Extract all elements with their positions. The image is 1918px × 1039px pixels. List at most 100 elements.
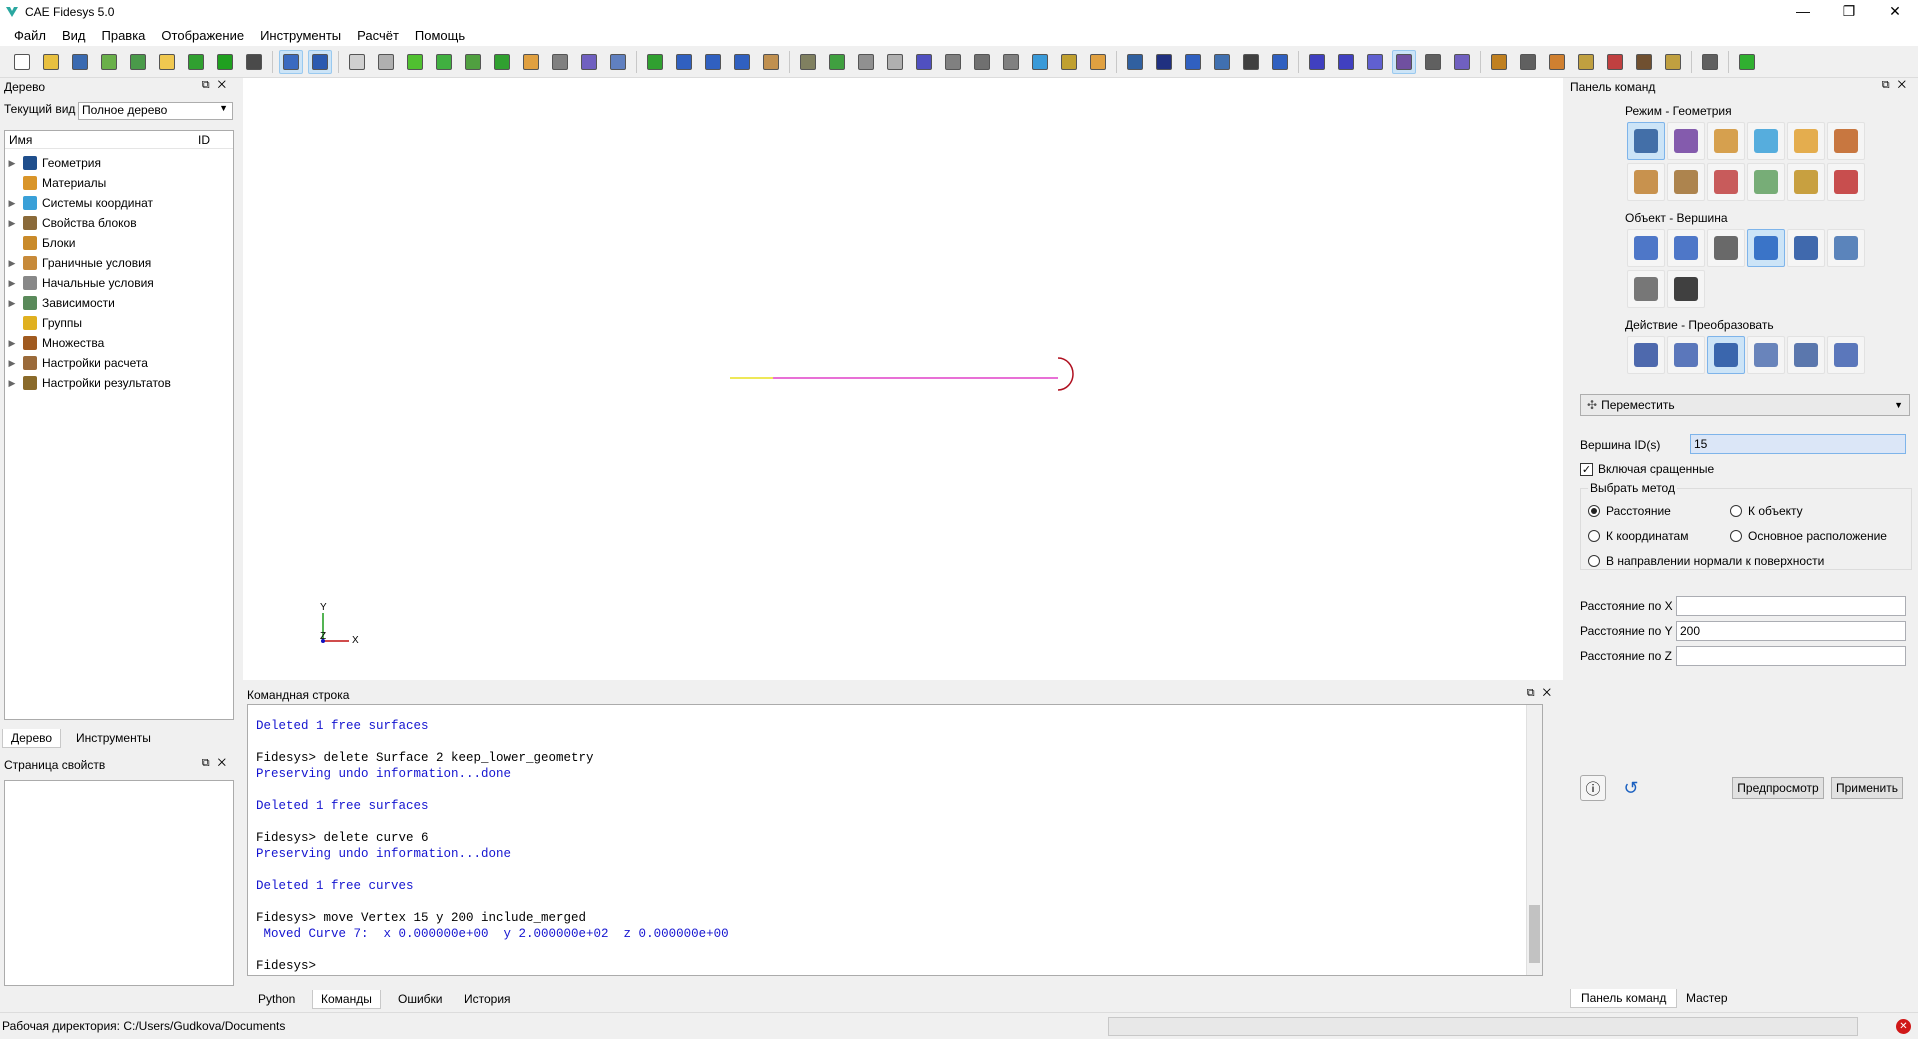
toolbar-tool-icon[interactable]	[1487, 50, 1511, 74]
mesh-mode-icon[interactable]	[1667, 122, 1705, 160]
toolbar-tool-icon[interactable]	[1661, 50, 1685, 74]
toolbar-tool-icon[interactable]	[403, 50, 427, 74]
toolbar-tool-icon[interactable]	[345, 50, 369, 74]
toolbar-tool-icon[interactable]	[279, 49, 303, 74]
toolbar-tool-icon[interactable]	[1421, 50, 1445, 74]
tree-item[interactable]: ▶ Зависимости	[5, 293, 233, 313]
tree-item[interactable]: Блоки	[5, 233, 233, 253]
curve-object-icon[interactable]	[1707, 229, 1745, 267]
expand-arrow-icon[interactable]: ▶	[5, 298, 19, 309]
toolbar-tool-icon[interactable]	[1057, 50, 1081, 74]
toolbar-tool-icon[interactable]	[941, 50, 965, 74]
method-base-location-radio[interactable]: Основное расположение	[1730, 529, 1887, 543]
tree-item[interactable]: ▶ Множества	[5, 333, 233, 353]
toolbar-tool-icon[interactable]	[1632, 50, 1656, 74]
column-name[interactable]: Имя	[9, 133, 32, 147]
dependency-mode-icon[interactable]	[1707, 163, 1745, 201]
group-object-icon[interactable]	[1787, 229, 1825, 267]
toolbar-tool-icon[interactable]	[155, 50, 179, 74]
tree-item[interactable]: Материалы	[5, 173, 233, 193]
toolbar-tool-icon[interactable]	[854, 50, 878, 74]
toolbar-tool-icon[interactable]	[1735, 50, 1759, 74]
toolbar-tool-icon[interactable]	[39, 50, 63, 74]
expand-arrow-icon[interactable]: ▶	[5, 338, 19, 349]
toolbar-tool-icon[interactable]	[126, 50, 150, 74]
toolbar-tool-icon[interactable]	[374, 50, 398, 74]
toolbar-tool-icon[interactable]	[1574, 50, 1598, 74]
toolbar-tool-icon[interactable]	[730, 50, 754, 74]
toolbar-tool-icon[interactable]	[97, 50, 121, 74]
minimize-button[interactable]: —	[1780, 0, 1826, 22]
toolbar-tool-icon[interactable]	[432, 50, 456, 74]
toolbar-tool-icon[interactable]	[1305, 50, 1329, 74]
menu-view[interactable]: Вид	[54, 28, 94, 43]
toolbar-tool-icon[interactable]	[970, 50, 994, 74]
expand-arrow-icon[interactable]: ▶	[5, 158, 19, 169]
tree-item[interactable]: ▶ Настройки расчета	[5, 353, 233, 373]
toolbar-tool-icon[interactable]	[1516, 50, 1540, 74]
toolbar-tool-icon[interactable]	[643, 50, 667, 74]
merge-action-icon[interactable]	[1827, 336, 1865, 374]
curve-arc[interactable]	[1057, 357, 1074, 391]
copy-action-icon[interactable]	[1747, 336, 1785, 374]
text-object-icon[interactable]	[1667, 270, 1705, 308]
3d-viewport[interactable]: Y Z X	[243, 78, 1563, 680]
toolbar-tool-icon[interactable]	[1698, 50, 1722, 74]
tab-errors[interactable]: Ошибки	[390, 990, 451, 1008]
command-scrollbar[interactable]	[1526, 705, 1542, 975]
restore-button[interactable]: ❐	[1826, 0, 1872, 22]
reset-icon[interactable]: ↺	[1618, 775, 1644, 801]
toolbar-tool-icon[interactable]	[912, 50, 936, 74]
menu-calc[interactable]: Расчёт	[349, 28, 407, 43]
modify-action-icon[interactable]	[1667, 336, 1705, 374]
tree-item[interactable]: ▶ Граничные условия	[5, 253, 233, 273]
toolbar-tool-icon[interactable]	[213, 50, 237, 74]
toolbar-tool-icon[interactable]	[701, 50, 725, 74]
toolbar-tool-icon[interactable]	[796, 50, 820, 74]
search-mode-icon[interactable]	[1827, 163, 1865, 201]
toolbar-tool-icon[interactable]	[1545, 50, 1569, 74]
transform-action-icon[interactable]	[1707, 336, 1745, 374]
toolbar-tool-icon[interactable]	[490, 50, 514, 74]
tree-panel-float-close[interactable]: ⧉✕	[202, 79, 234, 92]
info-icon[interactable]: ⓘ	[1580, 775, 1606, 801]
tree-item[interactable]: ▶ Системы координат	[5, 193, 233, 213]
command-panel-float-close[interactable]: ⧉✕	[1882, 79, 1914, 92]
toolbar-tool-icon[interactable]	[1363, 50, 1387, 74]
close-window-button[interactable]: ✕	[1872, 0, 1918, 22]
toolbar-tool-icon[interactable]	[184, 50, 208, 74]
preview-button[interactable]: Предпросмотр	[1732, 777, 1824, 799]
toolbar-tool-icon[interactable]	[10, 50, 34, 74]
toolbar-tool-icon[interactable]	[308, 49, 332, 74]
dist-y-input[interactable]	[1676, 621, 1906, 641]
dist-x-input[interactable]	[1676, 596, 1906, 616]
menu-file[interactable]: Файл	[6, 28, 54, 43]
geometry-mode-icon[interactable]	[1627, 122, 1665, 160]
toolbar-tool-icon[interactable]	[1152, 50, 1176, 74]
expand-arrow-icon[interactable]: ▶	[5, 218, 19, 229]
blocks-mode-icon[interactable]	[1787, 122, 1825, 160]
surface-object-icon[interactable]	[1667, 229, 1705, 267]
calc-mode-icon[interactable]	[1747, 163, 1785, 201]
operation-select[interactable]: ✣ Переместить ▼	[1580, 394, 1910, 416]
toolbar-tool-icon[interactable]	[1239, 50, 1263, 74]
properties-panel-float-close[interactable]: ⧉✕	[202, 757, 234, 770]
stop-icon[interactable]: ✕	[1896, 1019, 1911, 1034]
toolbar-tool-icon[interactable]	[242, 50, 266, 74]
toolbar-tool-icon[interactable]	[759, 50, 783, 74]
expand-arrow-icon[interactable]: ▶	[5, 278, 19, 289]
create-action-icon[interactable]	[1627, 336, 1665, 374]
bc-mode-icon[interactable]	[1627, 163, 1665, 201]
method-to-coords-radio[interactable]: К координатам	[1588, 529, 1688, 543]
expand-arrow-icon[interactable]: ▶	[5, 198, 19, 209]
vertex-object-icon[interactable]	[1747, 229, 1785, 267]
include-merged-checkbox[interactable]: ✓ Включая сращенные	[1580, 462, 1714, 476]
tree-item[interactable]: ▶ Начальные условия	[5, 273, 233, 293]
sets-mode-icon[interactable]	[1827, 122, 1865, 160]
toolbar-tool-icon[interactable]	[461, 50, 485, 74]
toolbar-tool-icon[interactable]	[577, 50, 601, 74]
toolbar-tool-icon[interactable]	[1086, 50, 1110, 74]
expand-arrow-icon[interactable]: ▶	[5, 378, 19, 389]
toolbar-tool-icon[interactable]	[999, 50, 1023, 74]
method-normal-radio[interactable]: В направлении нормали к поверхности	[1588, 554, 1824, 568]
